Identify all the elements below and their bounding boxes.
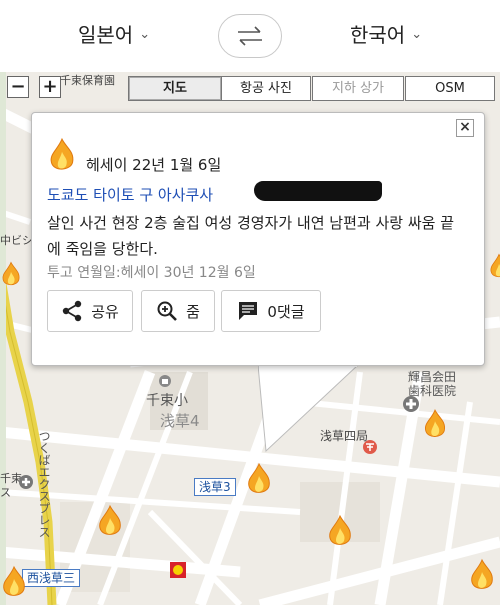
incident-marker[interactable] [422, 408, 448, 442]
tab-underground-mall[interactable]: 지하 상가 [312, 76, 404, 101]
popup-pointer [258, 363, 359, 453]
share-button[interactable]: 공유 [47, 290, 133, 332]
incident-marker[interactable] [96, 504, 124, 540]
school-label: 千束小 [146, 393, 188, 409]
zoom-out-button[interactable]: − [7, 76, 29, 98]
hospital-icon-small [19, 475, 33, 489]
incident-date: 헤세이 22년 1월 6일 [86, 156, 222, 174]
chevron-down-icon: ⌄ [411, 27, 423, 42]
sobu-label: ス [0, 486, 11, 499]
district4-label: 浅草4 [160, 412, 200, 430]
school-icon [159, 375, 171, 387]
share-icon [62, 300, 82, 322]
zoom-in-icon [157, 301, 178, 321]
comments-button[interactable]: 0댓글 [221, 290, 321, 332]
target-language-label: 한국어 [350, 23, 406, 47]
translate-bar: 일본어 ⌄ 한국어 ⌄ [0, 0, 500, 72]
tab-osm[interactable]: OSM [405, 76, 495, 101]
zoom-in-button[interactable]: + [39, 76, 61, 98]
incident-marker[interactable] [0, 260, 22, 290]
share-label: 공유 [91, 302, 119, 321]
station-asakusa3: 浅草3 [194, 478, 236, 496]
incident-marker[interactable] [468, 558, 496, 594]
incident-marker[interactable] [326, 514, 354, 550]
expressway-label: つくばエクスプレス [37, 430, 51, 538]
comment-icon [239, 302, 258, 320]
zoom-button[interactable]: 줌 [141, 290, 215, 332]
incident-description: 살인 사건 현장 2층 술집 여성 경영자가 내연 남편과 사랑 싸움 끝에 죽… [47, 214, 454, 258]
redaction-scribble [254, 181, 382, 201]
incident-marker[interactable] [488, 252, 500, 282]
target-language-selector[interactable]: 한국어 ⌄ [350, 19, 422, 48]
swap-icon [238, 26, 262, 46]
source-language-label: 일본어 [78, 23, 134, 47]
nakabishi-label: 中ビシ [0, 234, 33, 247]
station-nishiasakusa3: 西浅草三 [22, 569, 81, 587]
post-date: 투고 연월일:헤세이 30년 12월 6일 [47, 265, 256, 281]
incident-marker[interactable] [245, 462, 273, 498]
tab-aerial-photo[interactable]: 항공 사진 [221, 76, 311, 101]
zoom-label: 줌 [186, 302, 200, 321]
source-language-selector[interactable]: 일본어 ⌄ [78, 19, 150, 48]
incident-marker[interactable] [0, 565, 28, 601]
chevron-down-icon: ⌄ [139, 27, 151, 42]
swap-languages-button[interactable] [218, 14, 282, 58]
comments-label: 0댓글 [267, 302, 305, 321]
incident-address-link[interactable]: 도쿄도 타이토 구 아사쿠사 [47, 184, 213, 205]
nursery-label: 千束保育園 [60, 74, 115, 87]
hospital-icon [403, 396, 419, 412]
incident-popup: × 헤세이 22년 1월 6일 도쿄도 타이토 구 아사쿠사 살인 사건 현장 … [31, 112, 485, 366]
store-icon [170, 562, 186, 578]
tab-map[interactable]: 지도 [128, 76, 222, 101]
flame-icon [50, 137, 74, 170]
close-icon[interactable]: × [456, 119, 474, 137]
